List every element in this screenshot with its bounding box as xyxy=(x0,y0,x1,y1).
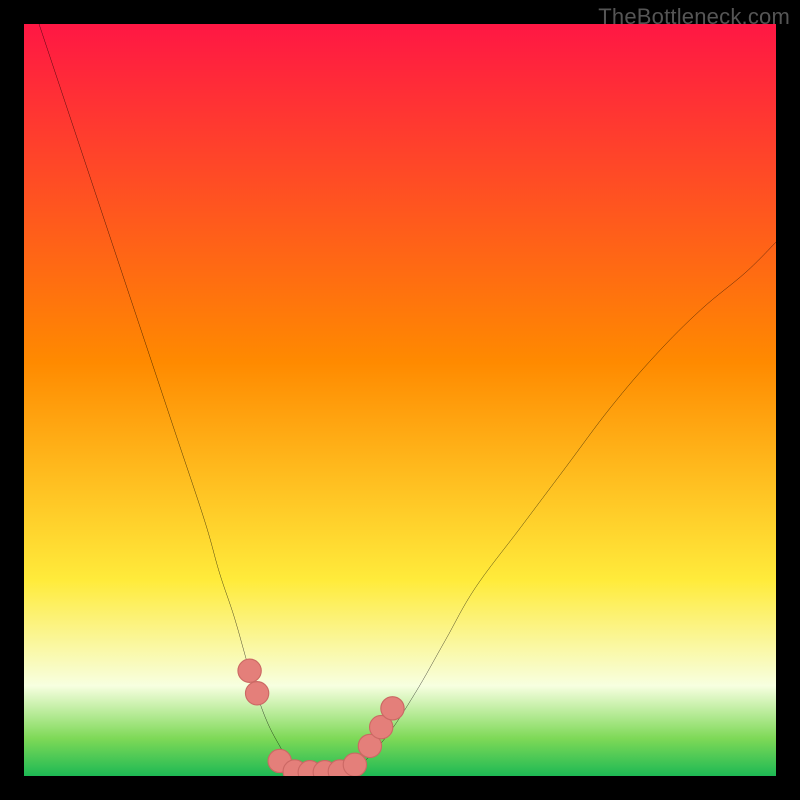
valley-dot xyxy=(238,659,261,682)
valley-dot xyxy=(245,682,268,705)
image-frame: TheBottleneck.com xyxy=(0,0,800,800)
gradient-background xyxy=(24,24,776,776)
valley-dot xyxy=(381,697,404,720)
valley-dot xyxy=(343,753,366,776)
chart-svg xyxy=(24,24,776,776)
watermark-text: TheBottleneck.com xyxy=(598,4,790,30)
plot-area xyxy=(24,24,776,776)
